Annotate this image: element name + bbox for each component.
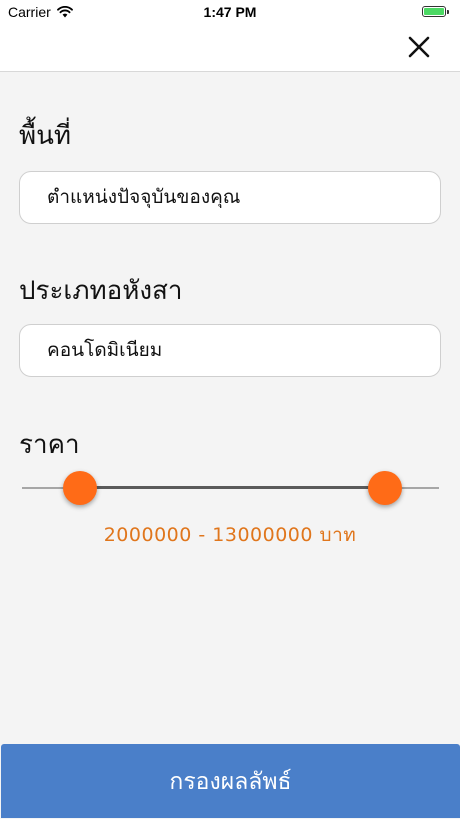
- price-range-label: 2000000 - 13000000 บาท: [103, 524, 357, 546]
- filter-results-button[interactable]: กรองผลลัพธ์: [1, 744, 460, 818]
- battery-icon: [422, 6, 449, 17]
- price-title: ราคา: [19, 430, 80, 460]
- status-bar: Carrier 1:47 PM: [0, 0, 460, 24]
- area-title: พื้นที่: [19, 121, 72, 151]
- close-icon[interactable]: [406, 34, 432, 60]
- property-type-field[interactable]: คอนโดมิเนียม: [19, 324, 441, 377]
- slider-min-handle[interactable]: [63, 471, 98, 505]
- status-time: 1:47 PM: [203, 4, 257, 20]
- slider-active-track: [80, 486, 385, 489]
- battery-fill: [424, 8, 444, 15]
- property-type-title: ประเภทอหังสา: [19, 276, 183, 306]
- slider-max-handle[interactable]: [367, 471, 402, 505]
- area-field[interactable]: ตำแหน่งปัจจุบันของคุณ: [19, 171, 441, 224]
- battery-tip: [447, 9, 449, 14]
- price-range-slider[interactable]: [22, 468, 439, 508]
- nav-bar: [0, 24, 460, 72]
